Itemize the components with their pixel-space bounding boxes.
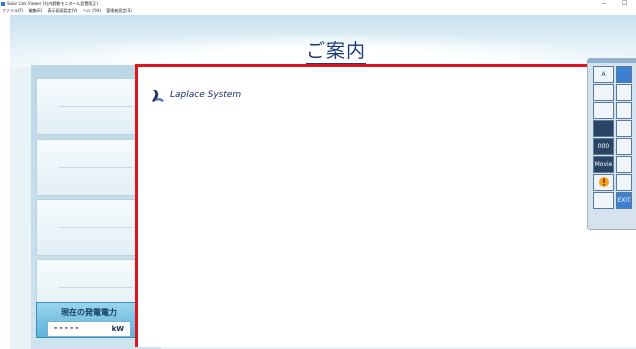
nav-card-divider [59, 106, 133, 107]
menu-help[interactable]: ヘルプ(H) [83, 8, 101, 13]
window-title: Solar Link Viewer [社内館動モニタール設置版正] [7, 1, 98, 6]
power-readout: ----- kW [47, 321, 131, 337]
panel-tool-button[interactable] [593, 120, 614, 137]
content-panel[interactable]: Laplace System [135, 64, 636, 347]
table-tool-button[interactable] [616, 84, 632, 101]
digits-tool-button[interactable]: 000 [593, 138, 614, 155]
nav-card-divider [59, 167, 133, 168]
menu-bar: ファイル(F) 編集(E) 表示画面設定(V) ヘルプ(H) 管理者設定(S) [0, 8, 636, 14]
power-unit: kW [111, 325, 124, 333]
keyboard-tool-button[interactable] [593, 192, 614, 209]
nav-card-3[interactable] [36, 199, 142, 256]
menu-admin-settings[interactable]: 管理者設定(S) [106, 8, 132, 13]
menu-file[interactable]: ファイル(F) [2, 8, 23, 13]
nav-card-1[interactable] [36, 78, 142, 135]
box-tool-button[interactable] [593, 84, 614, 101]
movie-tool-button[interactable]: Movie [593, 156, 614, 173]
graph-tool-button[interactable] [616, 138, 632, 155]
page-title: ご案内 [306, 36, 366, 64]
line-tool-button[interactable] [616, 66, 632, 83]
menu-display-settings[interactable]: 表示画面設定(V) [48, 8, 78, 13]
menu-edit[interactable]: 編集(E) [29, 8, 43, 13]
grid-tool-button[interactable] [616, 102, 632, 119]
tool-palette: A 000 Movie EXIT [587, 58, 636, 230]
current-power-widget: 現在の発電電力 ----- kW [36, 302, 142, 338]
bar-chart-tool-button[interactable] [616, 156, 632, 173]
image-tool-button[interactable] [616, 120, 632, 137]
window-titlebar: Solar Link Viewer [社内館動モニタール設置版正] – ☐ [0, 0, 636, 8]
palette-grip[interactable] [588, 59, 636, 63]
alert-tool-button[interactable] [593, 174, 614, 191]
book-tool-button[interactable] [616, 174, 632, 191]
power-value: ----- [54, 323, 81, 332]
laplace-logo-icon [152, 90, 164, 102]
current-power-label: 現在の発電電力 [61, 308, 117, 317]
minimize-button[interactable]: – [602, 0, 606, 7]
restore-button[interactable]: ☐ [622, 0, 627, 8]
exit-tool-button[interactable]: EXIT [616, 192, 632, 209]
warning-icon [598, 177, 609, 187]
nav-card-divider [59, 287, 133, 288]
nav-card-2[interactable] [36, 139, 142, 196]
app-icon [1, 2, 5, 6]
logo-text: Laplace System [170, 90, 242, 100]
nav-card-divider [59, 227, 133, 228]
text-tool-button[interactable]: A [593, 66, 614, 83]
banner-tool-button[interactable] [593, 102, 614, 119]
